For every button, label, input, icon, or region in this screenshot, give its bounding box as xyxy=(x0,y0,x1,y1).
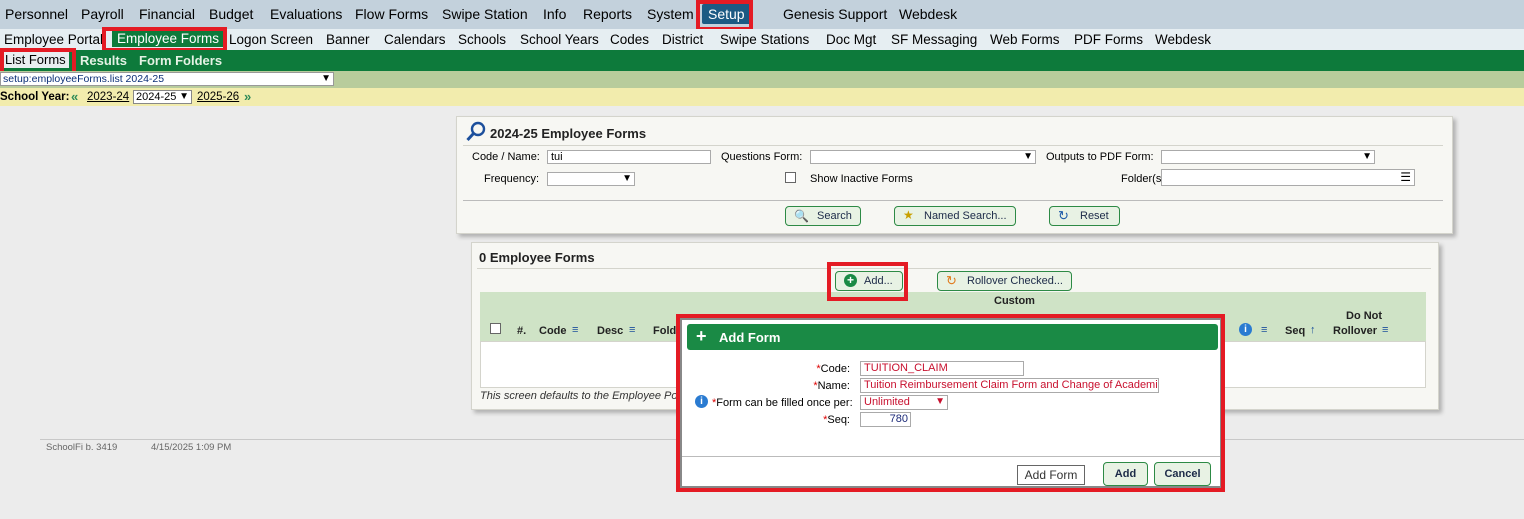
subnav-employee-portal[interactable]: Employee Portal xyxy=(4,32,103,47)
nav-flow-forms[interactable]: Flow Forms xyxy=(355,6,428,22)
divider xyxy=(477,268,1431,269)
outputs-pdf-select[interactable]: ▼ xyxy=(1161,150,1375,164)
frequency-label: Frequency: xyxy=(484,173,540,185)
nav-payroll[interactable]: Payroll xyxy=(81,6,124,22)
divider xyxy=(463,145,1443,146)
highlight-employee-forms xyxy=(102,27,227,52)
col-code[interactable]: Code xyxy=(539,325,567,337)
path-select[interactable]: setup:employeeForms.list 2024-25 ▼ xyxy=(0,72,334,86)
show-inactive-label: Show Inactive Forms xyxy=(810,173,913,185)
menu-icon[interactable]: ≡ xyxy=(1261,324,1267,336)
menu-icon[interactable]: ≡ xyxy=(572,324,578,336)
show-inactive-checkbox[interactable] xyxy=(785,172,796,183)
questions-form-label: Questions Form: xyxy=(721,151,803,163)
tab-results[interactable]: Results xyxy=(80,53,127,68)
named-search-button[interactable]: ★ Named Search... xyxy=(894,206,1016,226)
subnav-school-years[interactable]: School Years xyxy=(520,32,599,47)
nav-swipe-station[interactable]: Swipe Station xyxy=(442,6,528,22)
sort-up-icon[interactable]: ↑ xyxy=(1310,324,1316,336)
subnav-pdf-forms[interactable]: PDF Forms xyxy=(1074,32,1143,47)
col-rollover[interactable]: Rollover xyxy=(1333,325,1377,337)
rollover-checked-button[interactable]: ↻ Rollover Checked... xyxy=(937,271,1072,291)
magnifier-icon: 🔍 xyxy=(794,209,809,223)
nav-personnel[interactable]: Personnel xyxy=(5,6,68,22)
star-icon: ★ xyxy=(903,208,914,222)
chevron-down-icon: ▼ xyxy=(321,73,331,84)
results-panel-title: 0 Employee Forms xyxy=(479,250,595,265)
footer-note: This screen defaults to the Employee Por xyxy=(480,390,682,402)
subnav-doc-mgt[interactable]: Doc Mgt xyxy=(826,32,876,47)
subnav-banner[interactable]: Banner xyxy=(326,32,370,47)
school-year-select-value: 2024-25 xyxy=(136,91,177,103)
subnav-webdesk[interactable]: Webdesk xyxy=(1155,32,1211,47)
subnav-codes[interactable]: Codes xyxy=(610,32,649,47)
menu-icon[interactable]: ≡ xyxy=(1382,324,1388,336)
subnav-web-forms[interactable]: Web Forms xyxy=(990,32,1060,47)
menu-icon[interactable]: ≡ xyxy=(629,324,635,336)
subnav-logon-screen[interactable]: Logon Screen xyxy=(229,32,313,47)
tab-form-folders[interactable]: Form Folders xyxy=(139,53,222,68)
col-desc[interactable]: Desc xyxy=(597,325,623,337)
chevron-down-icon: ▼ xyxy=(622,173,632,184)
next-year-link[interactable]: 2025-26 xyxy=(197,91,239,103)
rollover-checked-button-label: Rollover Checked... xyxy=(967,275,1063,287)
nav-system[interactable]: System xyxy=(647,6,694,22)
subnav-sf-messaging[interactable]: SF Messaging xyxy=(891,32,977,47)
search-icon xyxy=(466,121,486,142)
nav-financial[interactable]: Financial xyxy=(139,6,195,22)
nav-budget[interactable]: Budget xyxy=(209,6,253,22)
questions-form-select[interactable]: ▼ xyxy=(810,150,1036,164)
chevron-down-icon: ▼ xyxy=(1362,151,1372,162)
nav-webdesk[interactable]: Webdesk xyxy=(899,6,957,22)
search-button[interactable]: 🔍 Search xyxy=(785,206,861,226)
rollover-icon: ↻ xyxy=(946,273,957,288)
reset-button-label: Reset xyxy=(1080,210,1109,222)
next-year-arrow-icon[interactable]: » xyxy=(244,89,251,104)
search-panel: 2024-25 Employee Forms Code / Name: tui … xyxy=(456,116,1453,234)
build-info: SchoolFi b. 3419 xyxy=(46,442,118,453)
main-nav-bar: Personnel Payroll Financial Budget Evalu… xyxy=(0,0,1524,29)
subnav-swipe-stations[interactable]: Swipe Stations xyxy=(720,32,809,47)
col-number: #. xyxy=(517,325,527,337)
nav-info[interactable]: Info xyxy=(543,6,566,22)
col-seq[interactable]: Seq xyxy=(1285,325,1305,337)
reset-button[interactable]: ↻ Reset xyxy=(1049,206,1120,226)
col-custom: Custom xyxy=(994,295,1035,307)
timestamp: 4/15/2025 1:09 PM xyxy=(151,442,232,453)
named-search-button-label: Named Search... xyxy=(924,210,1007,222)
school-year-bar: School Year: « 2023-24 2024-25 ▼ 2025-26… xyxy=(0,88,1524,106)
prev-year-link[interactable]: 2023-24 xyxy=(87,91,129,103)
outputs-pdf-label: Outputs to PDF Form: xyxy=(1046,151,1154,163)
subnav-calendars[interactable]: Calendars xyxy=(384,32,446,47)
prev-year-arrow-icon[interactable]: « xyxy=(71,89,78,104)
info-icon[interactable]: i xyxy=(1239,323,1252,336)
search-panel-title: 2024-25 Employee Forms xyxy=(490,126,647,141)
subnav-schools[interactable]: Schools xyxy=(458,32,506,47)
col-do-not: Do Not xyxy=(1346,310,1383,322)
menu-icon[interactable]: ☰ xyxy=(1400,171,1411,183)
refresh-icon: ↻ xyxy=(1058,208,1069,223)
nav-evaluations[interactable]: Evaluations xyxy=(270,6,342,22)
school-year-label: School Year: xyxy=(0,91,70,103)
highlight-setup xyxy=(696,0,753,31)
nav-genesis-support[interactable]: Genesis Support xyxy=(783,6,887,22)
school-year-select[interactable]: 2024-25 ▼ xyxy=(133,90,192,104)
divider xyxy=(463,200,1443,201)
subnav-district[interactable]: District xyxy=(662,32,703,47)
highlight-dialog xyxy=(676,314,1225,492)
path-select-value: setup:employeeForms.list 2024-25 xyxy=(3,73,165,85)
code-name-input[interactable]: tui xyxy=(547,150,711,164)
sub-nav-bar: Employee Portal Employee Forms Logon Scr… xyxy=(0,29,1524,50)
frequency-select[interactable]: ▼ xyxy=(547,172,635,186)
third-nav-bar: List Forms Results Form Folders xyxy=(0,50,1524,71)
folders-input[interactable]: ☰ xyxy=(1161,169,1415,186)
search-button-label: Search xyxy=(817,210,852,222)
code-name-label: Code / Name: xyxy=(472,151,540,163)
nav-reports[interactable]: Reports xyxy=(583,6,632,22)
highlight-add-button xyxy=(827,262,908,301)
chevron-down-icon: ▼ xyxy=(1023,151,1033,162)
chevron-down-icon: ▼ xyxy=(179,91,189,102)
select-all-checkbox[interactable] xyxy=(490,323,501,334)
